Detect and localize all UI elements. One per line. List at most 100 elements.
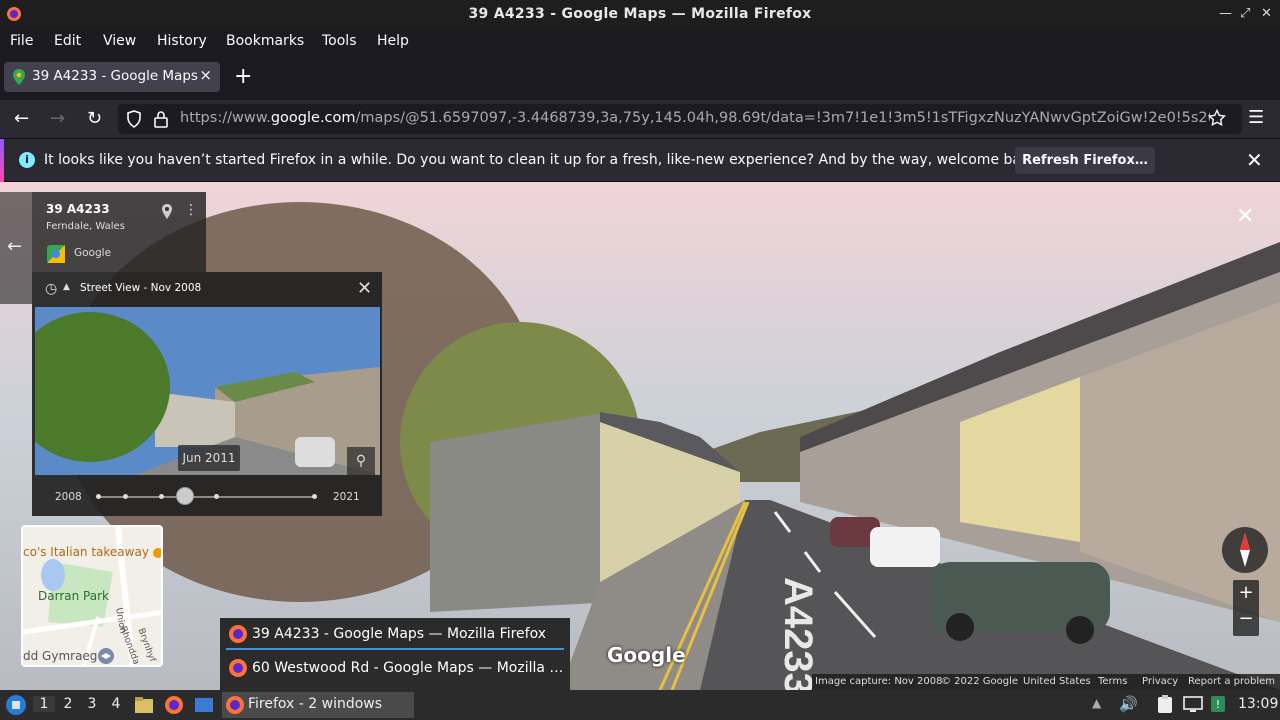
selected-date-badge: Jun 2011 [178,445,240,471]
menu-edit[interactable]: Edit [54,33,81,49]
update-icon[interactable]: ! [1210,695,1226,717]
url-bar[interactable]: https://www.google.com/maps/@51.6597097,… [118,104,1242,134]
start-year-label: 2008 [55,491,82,503]
close-street-view-icon[interactable]: ✕ [1236,204,1254,229]
maps-favicon-icon [12,69,26,89]
workspace-2[interactable]: 2 [57,696,79,712]
historical-preview-image[interactable]: Jun 2011 ⚲ [35,307,380,475]
menu-file[interactable]: File [10,33,33,49]
map-footer: Image capture: Nov 2008 © 2022 Google Un… [812,674,1280,690]
notification-accent [0,139,4,183]
privacy-link[interactable]: Privacy [1142,676,1178,687]
close-time-travel-icon[interactable]: ✕ [357,278,372,299]
caret-up-icon[interactable]: ▲ [63,282,70,292]
window-list-label: 39 A4233 - Google Maps — Mozilla Firefox [252,626,547,642]
forward-icon[interactable]: → [50,108,65,129]
timeline-stop[interactable] [123,494,128,499]
taskbar-task-label: Firefox - 2 windows [248,696,383,712]
place-pin-icon[interactable] [161,204,173,224]
restore-icon[interactable]: ⤢ [1240,6,1250,21]
timeline-stop[interactable] [159,494,164,499]
window-list-item[interactable]: 39 A4233 - Google Maps — Mozilla Firefox [220,618,570,652]
timeline-stop[interactable] [214,494,219,499]
image-capture-date: Image capture: Nov 2008 [815,676,943,687]
clipboard-icon[interactable] [1156,694,1174,718]
menu-history[interactable]: History [157,33,207,49]
window-titlebar: 39 A4233 - Google Maps — Mozilla Firefox… [0,0,1280,29]
compass-control[interactable] [1222,527,1268,573]
bookmark-star-icon[interactable] [1207,108,1227,131]
time-travel-panel: ◷ ▲ Street View - Nov 2008 ✕ Jun 2011 ⚲ … [32,272,382,516]
taskbar: 1 2 3 4 Firefox - 2 windows ▲ 🔊 ! 13:09 [0,690,1280,720]
zoom-out-button[interactable]: − [1233,608,1259,629]
desktop-icon[interactable] [194,695,214,719]
close-window-icon[interactable]: ✕ [1261,6,1272,21]
start-menu-icon[interactable] [5,694,27,720]
school-label: dd Gymraeg [23,649,98,663]
tracking-protection-icon[interactable] [126,110,142,132]
close-notification-icon[interactable]: ✕ [1246,148,1263,172]
tab-strip: 39 A4233 - Google Maps × + [0,54,1280,100]
window-list-popup: 39 A4233 - Google Maps — Mozilla Firefox… [220,618,570,690]
svg-text:!: ! [1216,698,1220,711]
firefox-launcher-icon[interactable] [164,695,184,719]
menu-help[interactable]: Help [377,33,409,49]
timeline-track[interactable] [98,496,316,498]
taskbar-firefox-group[interactable]: Firefox - 2 windows [222,692,414,718]
refresh-notification-bar: i It looks like you haven’t started Fire… [0,138,1280,183]
workspace-3[interactable]: 3 [81,696,103,712]
tab-label: 39 A4233 - Google Maps [32,68,198,84]
display-icon[interactable] [1183,695,1203,717]
restaurant-pin-icon [153,545,161,564]
workspace-1[interactable]: 1 [33,696,55,712]
more-options-icon[interactable]: ⋮ [184,202,198,218]
back-arrow-icon: ← [7,236,23,257]
menu-tools[interactable]: Tools [322,33,357,49]
close-tab-icon[interactable]: × [199,66,212,84]
park-label: Darran Park [38,589,109,603]
imagery-provider: Google [74,247,112,259]
country-link[interactable]: United States [1023,676,1091,687]
url-text[interactable]: https://www.google.com/maps/@51.6597097,… [180,110,1210,126]
school-icon [97,647,115,665]
menubar: File Edit View History Bookmarks Tools H… [0,29,1280,54]
zoom-preview-icon[interactable]: ⚲ [347,447,375,475]
report-problem-link[interactable]: Report a problem [1188,676,1275,687]
tray-up-icon[interactable]: ▲ [1092,696,1101,710]
timeline-stop[interactable] [96,494,101,499]
timeline-slider-handle[interactable] [176,487,194,505]
reload-icon[interactable]: ↻ [87,108,102,129]
window-list-label: 60 Westwood Rd - Google Maps — Mozilla … [252,660,564,676]
copyright-text: © 2022 Google [941,676,1019,687]
timeline-stop[interactable] [312,494,317,499]
menu-view[interactable]: View [103,33,136,49]
window-list-item[interactable]: 60 Westwood Rd - Google Maps — Mozilla … [220,652,570,686]
back-icon[interactable]: ← [14,108,29,129]
menu-bookmarks[interactable]: Bookmarks [226,33,304,49]
file-manager-icon[interactable] [134,695,154,719]
google-maps-logo-icon [47,245,65,267]
workspace-4[interactable]: 4 [105,696,127,712]
location-locality: Ferndale, Wales [46,221,125,232]
app-menu-icon[interactable]: ☰ [1248,107,1264,128]
history-clock-icon[interactable]: ◷ [45,281,57,297]
firefox-icon [228,658,248,682]
tab-google-maps[interactable]: 39 A4233 - Google Maps × [4,62,220,92]
window-title: 39 A4233 - Google Maps — Mozilla Firefox [468,6,812,22]
back-to-map-button[interactable]: ← [0,192,32,304]
info-icon: i [19,152,35,168]
volume-icon[interactable]: 🔊 [1119,695,1138,713]
google-logo: Google [607,643,686,667]
location-info-card: 39 A4233 Ferndale, Wales ⋮ Google [32,192,206,272]
minimize-icon[interactable]: — [1219,6,1232,21]
terms-link[interactable]: Terms [1098,676,1127,687]
notification-message: It looks like you haven’t started Firefo… [44,152,1043,168]
zoom-in-button[interactable]: + [1233,582,1259,603]
active-indicator [226,648,564,650]
clock: 13:09 [1238,696,1279,712]
zoom-controls: + − [1233,580,1259,636]
new-tab-icon[interactable]: + [234,64,252,89]
minimap[interactable]: co's Italian takeaway Darran Park Union … [21,525,163,667]
refresh-firefox-button[interactable]: Refresh Firefox… [1015,147,1155,174]
lock-icon[interactable] [154,110,168,132]
